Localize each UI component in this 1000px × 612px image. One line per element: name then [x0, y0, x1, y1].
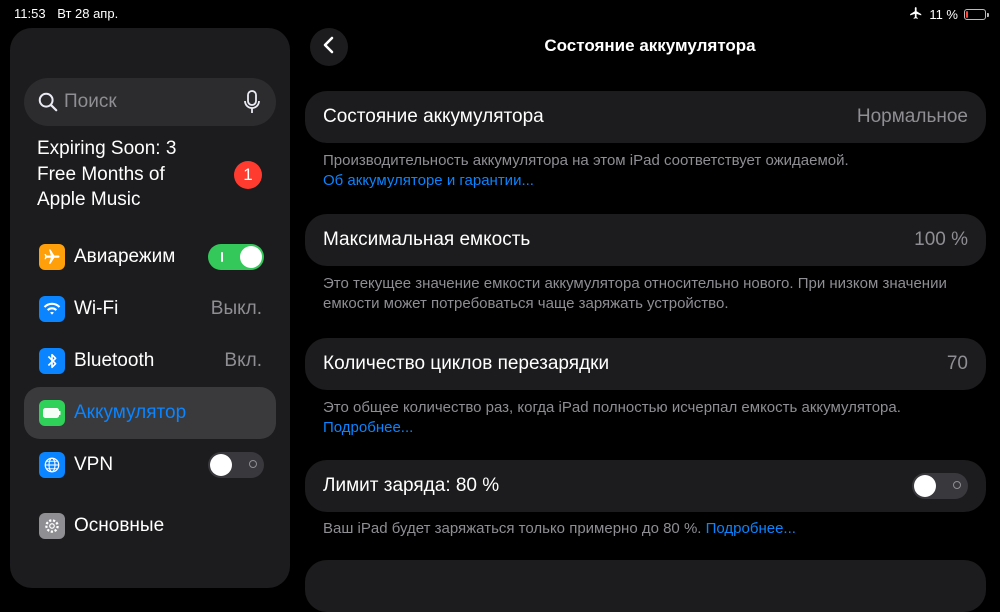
airplane-mode-toggle[interactable]	[208, 244, 264, 270]
wifi-status: Выкл.	[210, 298, 262, 319]
row-label: Максимальная емкость	[323, 229, 531, 250]
status-time: 11:53	[14, 6, 46, 21]
status-right: 11 %	[909, 6, 989, 23]
promo-line: Apple Music	[37, 189, 141, 210]
battery-health-row[interactable]: Состояние аккумулятора Нормальное	[305, 91, 986, 143]
toggle-off-mark	[249, 460, 257, 468]
status-left: 11:53 Вт 28 апр.	[14, 6, 118, 21]
row-label: Состояние аккумулятора	[323, 106, 544, 127]
status-bar: 11:53 Вт 28 апр. 11 %	[0, 0, 1000, 28]
toggle-knob	[240, 246, 262, 268]
promo-line: Free Months of	[37, 163, 165, 185]
sidebar-item-label: VPN	[74, 454, 114, 475]
airplane-icon	[909, 6, 923, 23]
sidebar-item-bluetooth[interactable]: Bluetooth Вкл.	[24, 335, 276, 387]
sidebar-item-airplane-mode[interactable]: Авиарежим	[24, 231, 276, 283]
apple-music-promo[interactable]: Expiring Soon: 3 Free Months of Apple Mu…	[37, 136, 267, 216]
row-value: 70	[946, 353, 968, 374]
back-button[interactable]	[310, 28, 348, 66]
sidebar: Поиск Expiring Soon: 3 Free Months of Ap…	[10, 28, 290, 588]
search-icon	[34, 88, 62, 116]
battery-warranty-link[interactable]: Об аккумуляторе и гарантии...	[323, 172, 534, 189]
battery-icon	[39, 400, 65, 426]
row-value: 100 %	[914, 229, 968, 250]
row-value: Нормальное	[856, 106, 968, 127]
wifi-icon	[39, 296, 65, 322]
gear-icon	[39, 513, 65, 539]
footnote-text: Это общее количество раз, когда iPad пол…	[323, 399, 901, 416]
cycle-count-row: Количество циклов перезарядки 70	[305, 338, 986, 390]
sidebar-item-wifi[interactable]: Wi‑Fi Выкл.	[24, 283, 276, 335]
promo-text: Expiring Soon: 3 Free Months of Apple Mu…	[37, 136, 207, 213]
sidebar-item-battery[interactable]: Аккумулятор	[24, 387, 276, 439]
charge-limit-row: Лимит заряда: 80 %	[305, 460, 986, 512]
promo-line: Expiring Soon: 3	[37, 138, 177, 159]
sidebar-item-label: Аккумулятор	[74, 402, 187, 423]
row-footnote: Производительность аккумулятора на этом …	[323, 151, 973, 191]
maximum-capacity-row: Максимальная емкость 100 %	[305, 214, 986, 266]
microphone-icon[interactable]	[238, 88, 266, 116]
vpn-toggle[interactable]	[208, 452, 264, 478]
search-field[interactable]: Поиск	[24, 78, 276, 126]
sidebar-item-vpn[interactable]: VPN	[24, 439, 276, 491]
sidebar-item-label: Wi‑Fi	[74, 298, 119, 319]
battery-icon	[964, 9, 989, 20]
page-title: Состояние аккумулятора	[544, 36, 756, 55]
row-label: Лимит заряда: 80 %	[323, 475, 500, 496]
toggle-knob	[210, 454, 232, 476]
toggle-off-mark	[953, 481, 961, 489]
toggle-knob	[914, 475, 936, 497]
airplane-icon	[39, 244, 65, 270]
bluetooth-status: Вкл.	[224, 350, 262, 371]
row-label: Количество циклов перезарядки	[323, 353, 610, 374]
battery-fill	[966, 11, 968, 18]
bluetooth-icon	[39, 348, 65, 374]
status-date: Вт 28 апр.	[57, 6, 119, 21]
learn-more-link[interactable]: Подробнее...	[323, 419, 413, 436]
sidebar-item-general[interactable]: Основные	[24, 500, 276, 552]
globe-icon	[39, 452, 65, 478]
sidebar-item-label: Основные	[74, 515, 165, 536]
sidebar-item-label: Авиарежим	[74, 246, 176, 267]
sidebar-item-label: Bluetooth	[74, 350, 155, 371]
notification-badge: 1	[234, 161, 262, 189]
row-footnote: Ваш iPad будет заряжаться только примерн…	[323, 519, 973, 539]
charge-limit-toggle[interactable]	[912, 473, 968, 499]
learn-more-link[interactable]: Подробнее...	[706, 520, 796, 537]
toggle-on-mark	[221, 252, 223, 262]
row-footnote: Это текущее значение емкости аккумулятор…	[323, 275, 947, 312]
chevron-left-icon	[322, 35, 336, 60]
row-footnote: Это общее количество раз, когда iPad пол…	[323, 398, 973, 438]
battery-percent: 11 %	[929, 7, 958, 22]
search-input[interactable]: Поиск	[64, 91, 238, 113]
footnote-text: Ваш iPad будет заряжаться только примерн…	[323, 520, 702, 537]
footnote-text: Производительность аккумулятора на этом …	[323, 152, 849, 169]
